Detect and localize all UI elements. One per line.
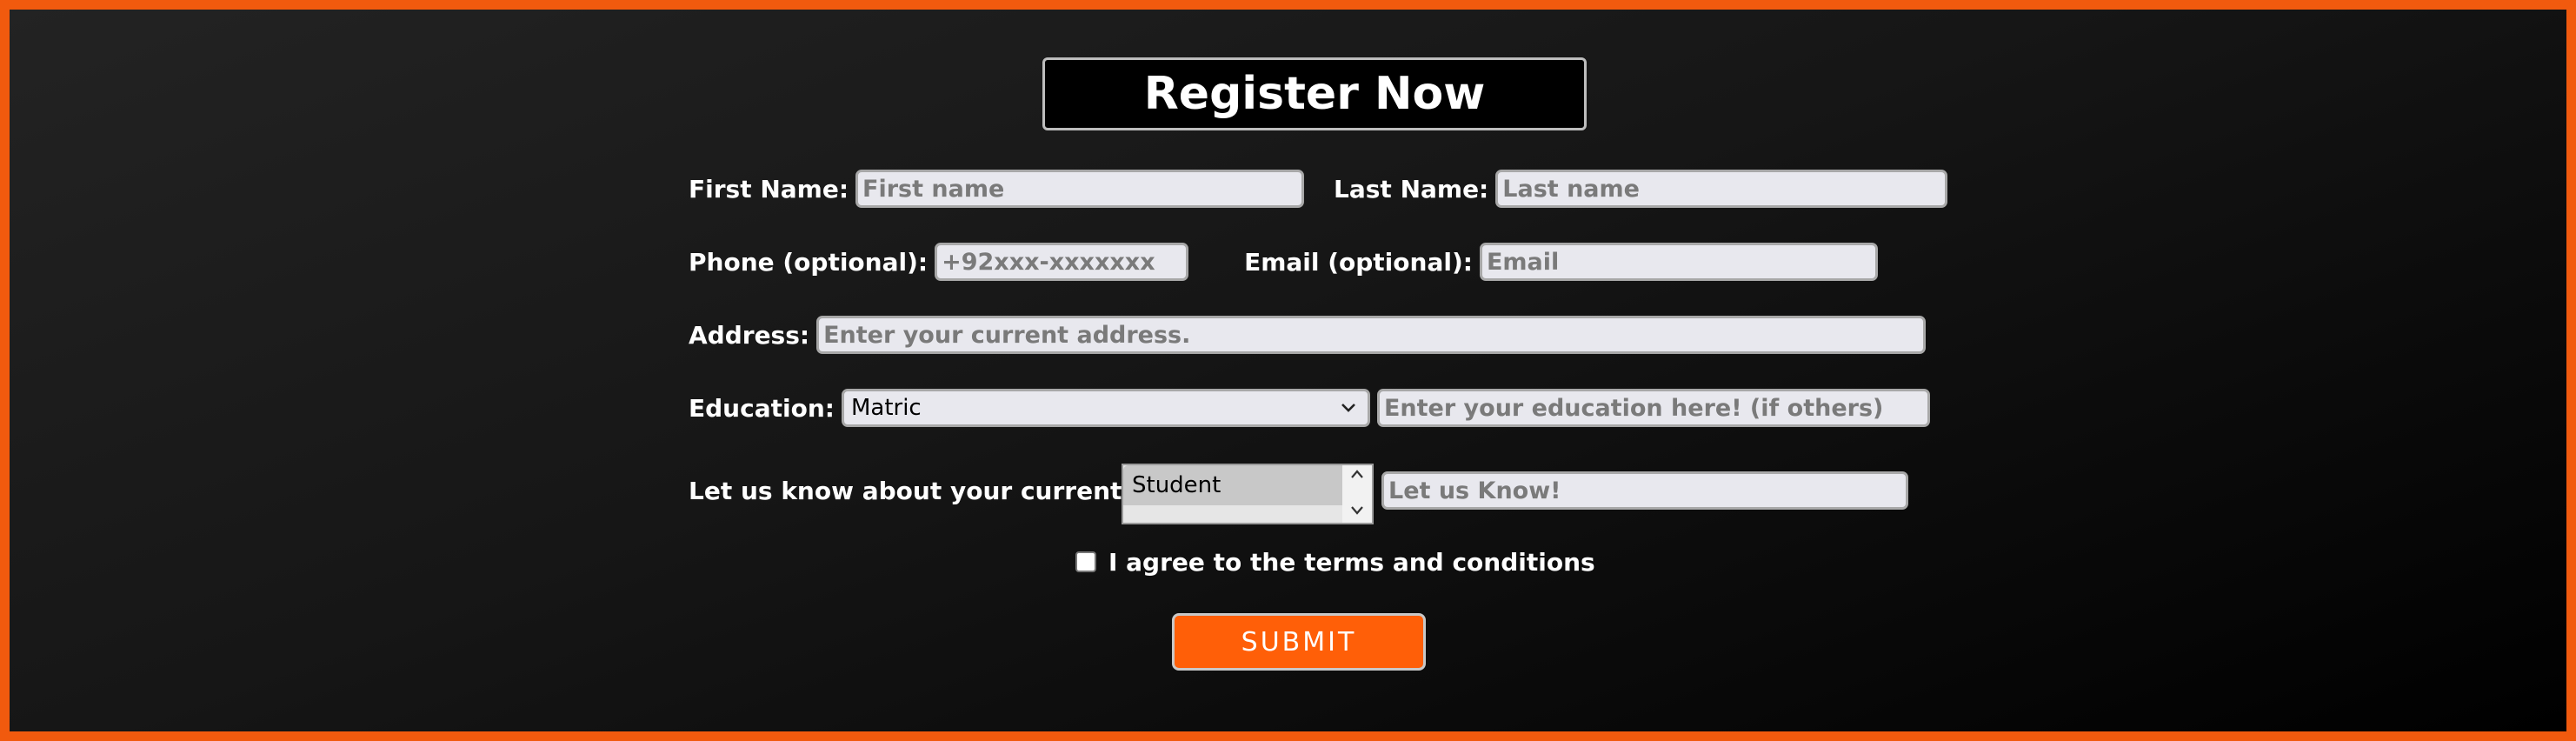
education-other-input[interactable] [1376, 389, 1930, 427]
job-listbox[interactable]: Student [1122, 464, 1374, 524]
page-title: Register Now [1143, 68, 1486, 120]
email-label: Email (optional): [1244, 247, 1473, 277]
education-row: Education: Matric [689, 388, 1930, 428]
title-box: Register Now [1042, 57, 1587, 130]
last-name-input[interactable] [1495, 170, 1948, 208]
last-name-label: Last Name: [1334, 174, 1489, 204]
job-selected-option[interactable]: Student [1123, 465, 1342, 505]
education-select[interactable]: Matric [841, 389, 1370, 427]
contact-row: Phone (optional): Email (optional): [689, 242, 1878, 282]
job-label: Let us know about your current job. [689, 476, 1182, 505]
email-input[interactable] [1479, 243, 1878, 281]
job-listbox-scrollbar[interactable] [1342, 465, 1372, 523]
chevron-up-icon[interactable] [1348, 465, 1367, 488]
terms-row: I agree to the terms and conditions [1075, 544, 1595, 579]
submit-button[interactable]: SUBMIT [1172, 613, 1426, 671]
address-input[interactable] [816, 316, 1927, 354]
terms-label: I agree to the terms and conditions [1108, 547, 1595, 577]
phone-input[interactable] [935, 243, 1189, 281]
name-row: First Name: Last Name: [689, 169, 1948, 209]
job-row: Let us know about your current job. [689, 471, 1182, 511]
job-other-input[interactable] [1381, 471, 1908, 510]
education-label: Education: [689, 393, 835, 423]
chevron-down-icon [1336, 396, 1361, 420]
address-label: Address: [689, 320, 810, 350]
phone-label: Phone (optional): [689, 247, 929, 277]
address-row: Address: [689, 315, 1927, 355]
education-selected-value: Matric [850, 395, 922, 421]
terms-checkbox[interactable] [1075, 551, 1096, 572]
registration-page: Register Now First Name: Last Name: Phon… [0, 0, 2576, 741]
first-name-label: First Name: [689, 174, 849, 204]
chevron-down-icon[interactable] [1348, 500, 1367, 523]
first-name-input[interactable] [855, 170, 1305, 208]
